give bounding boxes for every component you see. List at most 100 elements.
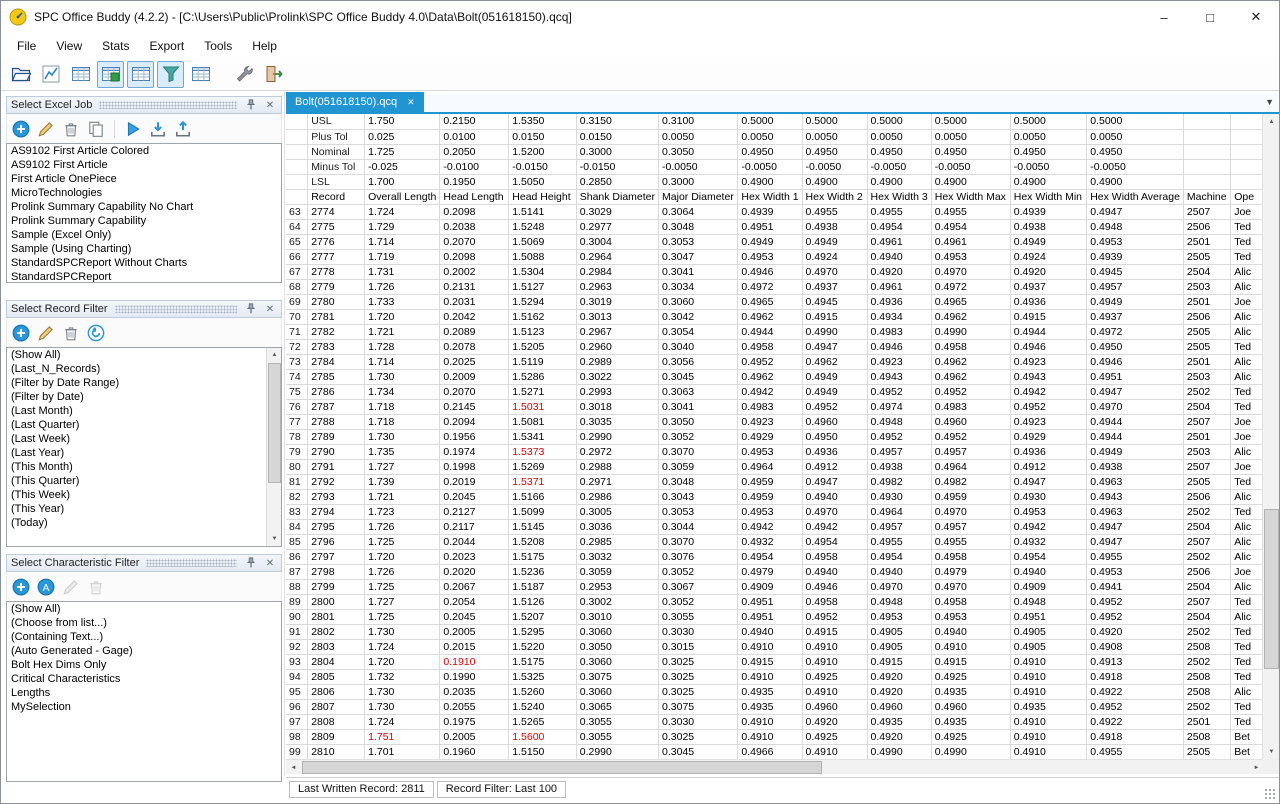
value-cell[interactable]: 0.4910 (738, 714, 802, 729)
spec-value-cell[interactable]: 0.2150 (440, 114, 509, 129)
value-cell[interactable]: 0.3045 (659, 369, 738, 384)
column-header[interactable]: Shank Diameter (576, 189, 658, 204)
value-cell[interactable]: 1.730 (365, 624, 440, 639)
value-cell[interactable]: 1.727 (365, 594, 440, 609)
machine-cell[interactable]: 2504 (1183, 609, 1230, 624)
value-cell[interactable]: 0.4920 (802, 714, 867, 729)
options-wrench-button[interactable] (230, 61, 257, 88)
value-cell[interactable]: 0.4957 (1087, 279, 1184, 294)
spec-value-cell[interactable]: -0.0100 (440, 159, 509, 174)
value-cell[interactable]: 1.730 (365, 699, 440, 714)
value-cell[interactable]: 0.4948 (1010, 594, 1086, 609)
value-cell[interactable]: 1.735 (365, 444, 440, 459)
value-cell[interactable]: 0.3052 (659, 429, 738, 444)
scroll-up-arrow[interactable]: ▲ (1263, 114, 1280, 129)
value-cell[interactable]: 0.4938 (802, 219, 867, 234)
value-cell[interactable]: 0.3053 (659, 504, 738, 519)
value-cell[interactable]: 0.4947 (1087, 519, 1184, 534)
value-cell[interactable]: 0.3015 (659, 639, 738, 654)
value-cell[interactable]: 0.4953 (931, 249, 1010, 264)
value-cell[interactable]: 1.5145 (509, 519, 576, 534)
value-cell[interactable]: 0.2977 (576, 219, 658, 234)
value-cell[interactable]: 0.3025 (659, 654, 738, 669)
value-cell[interactable]: 0.2070 (440, 234, 509, 249)
delete-record-filter-button[interactable] (62, 324, 80, 342)
value-cell[interactable]: 0.4939 (1087, 249, 1184, 264)
machine-cell[interactable]: 2506 (1183, 309, 1230, 324)
value-cell[interactable]: 0.4963 (1087, 474, 1184, 489)
row-number-cell[interactable]: 63 (286, 204, 308, 219)
value-cell[interactable]: 0.4955 (931, 534, 1010, 549)
value-cell[interactable]: 1.5265 (509, 714, 576, 729)
spec-value-cell[interactable]: 0.3000 (659, 174, 738, 189)
record-cell[interactable]: 2796 (308, 534, 365, 549)
operator-cell[interactable]: Bet (1231, 729, 1264, 744)
value-cell[interactable]: 0.1974 (440, 444, 509, 459)
add-auto-filter-button[interactable]: A (37, 578, 55, 596)
spec-value-cell[interactable]: -0.0150 (576, 159, 658, 174)
value-cell[interactable]: 1.701 (365, 744, 440, 759)
value-cell[interactable]: 1.729 (365, 219, 440, 234)
value-cell[interactable]: 0.4955 (931, 204, 1010, 219)
excel-job-item[interactable]: Sample (Excel Only) (7, 228, 281, 242)
machine-cell[interactable]: 2502 (1183, 654, 1230, 669)
record-cell[interactable]: 2775 (308, 219, 365, 234)
record-cell[interactable]: 2788 (308, 414, 365, 429)
reset-record-filter-button[interactable] (87, 324, 105, 342)
excel-job-item[interactable]: StandardSPCReport (7, 270, 281, 283)
value-cell[interactable]: 0.2020 (440, 564, 509, 579)
characteristic-filter-panel-toggle[interactable] (157, 61, 184, 88)
value-cell[interactable]: 0.2117 (440, 519, 509, 534)
record-cell[interactable]: 2792 (308, 474, 365, 489)
value-cell[interactable]: 0.1975 (440, 714, 509, 729)
value-cell[interactable]: 0.4957 (931, 444, 1010, 459)
value-cell[interactable]: 0.3059 (576, 564, 658, 579)
record-cell[interactable]: 2805 (308, 669, 365, 684)
value-cell[interactable]: 0.4935 (931, 684, 1010, 699)
value-cell[interactable]: 1.5187 (509, 579, 576, 594)
value-cell[interactable]: 0.4949 (802, 369, 867, 384)
value-cell[interactable]: 0.3042 (659, 309, 738, 324)
spec-value-cell[interactable]: 0.4900 (802, 174, 867, 189)
value-cell[interactable]: 0.3050 (659, 414, 738, 429)
value-cell[interactable]: 1.751 (365, 729, 440, 744)
value-cell[interactable]: 0.2045 (440, 609, 509, 624)
value-cell[interactable]: 0.2005 (440, 624, 509, 639)
record-filter-item[interactable]: (Last Year) (7, 446, 281, 460)
value-cell[interactable]: 1.5325 (509, 669, 576, 684)
value-cell[interactable]: 0.4964 (867, 504, 931, 519)
value-cell[interactable]: 0.4925 (802, 729, 867, 744)
spec-value-cell[interactable]: -0.0050 (1087, 159, 1184, 174)
maximize-button[interactable]: □ (1187, 1, 1233, 33)
operator-cell[interactable] (1231, 129, 1264, 144)
value-cell[interactable]: 0.2972 (576, 444, 658, 459)
machine-cell[interactable]: 2507 (1183, 534, 1230, 549)
value-cell[interactable]: 0.3054 (659, 324, 738, 339)
value-cell[interactable]: 0.4957 (867, 444, 931, 459)
machine-cell[interactable]: 2507 (1183, 204, 1230, 219)
row-number-cell[interactable] (286, 144, 308, 159)
value-cell[interactable]: 0.4910 (802, 654, 867, 669)
machine-cell[interactable]: 2507 (1183, 414, 1230, 429)
value-cell[interactable]: 0.4915 (802, 624, 867, 639)
value-cell[interactable]: 0.3055 (576, 714, 658, 729)
spec-value-cell[interactable]: 0.4950 (1087, 144, 1184, 159)
menu-stats[interactable]: Stats (92, 35, 139, 57)
record-filter-item[interactable]: (Last Month) (7, 404, 281, 418)
value-cell[interactable]: 0.4951 (738, 219, 802, 234)
value-cell[interactable]: 0.4940 (802, 564, 867, 579)
machine-cell[interactable]: 2501 (1183, 294, 1230, 309)
record-filter-item[interactable]: (This Week) (7, 488, 281, 502)
value-cell[interactable]: 0.4970 (931, 579, 1010, 594)
value-cell[interactable]: 0.2984 (576, 264, 658, 279)
row-number-cell[interactable]: 77 (286, 414, 308, 429)
value-cell[interactable]: 0.4910 (1010, 654, 1086, 669)
value-cell[interactable]: 0.4943 (1087, 489, 1184, 504)
value-cell[interactable]: 0.4951 (738, 609, 802, 624)
value-cell[interactable]: 0.2145 (440, 399, 509, 414)
value-cell[interactable]: 1.5294 (509, 294, 576, 309)
value-cell[interactable]: 0.4913 (1087, 654, 1184, 669)
value-cell[interactable]: 0.4935 (867, 714, 931, 729)
panel-splitter[interactable] (284, 91, 285, 776)
column-header[interactable]: Record (308, 189, 365, 204)
